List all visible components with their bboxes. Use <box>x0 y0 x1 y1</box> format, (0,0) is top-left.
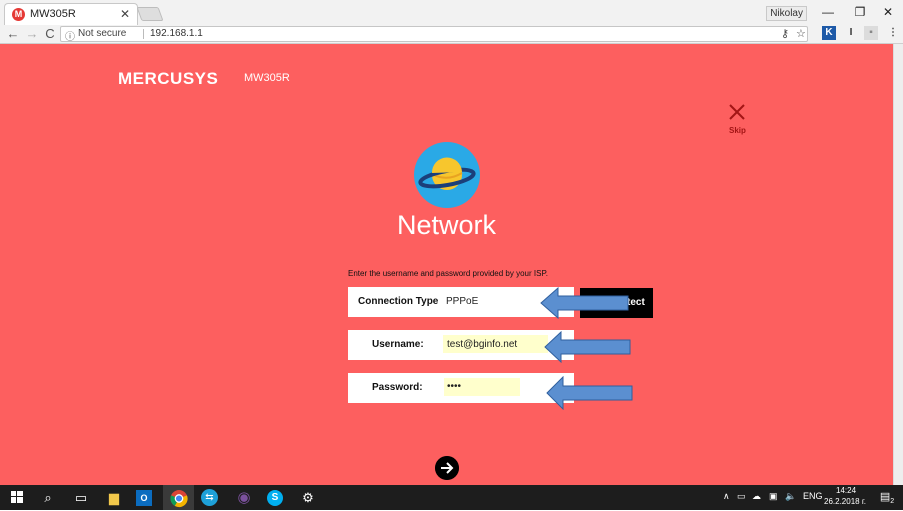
annotation-arrow-2 <box>544 331 631 363</box>
password-row: Password: •••• <box>348 373 574 403</box>
connection-type-label: Connection Type <box>358 296 439 307</box>
notification-count: 2 <box>890 498 895 506</box>
username-row: Username: test@bginfo.net <box>348 330 574 360</box>
tray-battery-icon[interactable]: ▭ <box>737 491 746 502</box>
clock-date[interactable]: 26.2.2018 г. <box>824 497 866 506</box>
forward-icon[interactable]: → <box>25 26 39 41</box>
i-extension-icon[interactable]: I <box>844 26 858 40</box>
chrome-icon[interactable] <box>169 489 189 508</box>
extension-icon[interactable]: ▪ <box>864 26 878 40</box>
close-window-icon[interactable]: ✕ <box>879 5 897 19</box>
planet-icon <box>414 142 480 208</box>
tray-volume-icon[interactable]: 🔈 <box>785 491 796 502</box>
k-extension-icon[interactable]: K <box>822 26 836 40</box>
browser-tab[interactable]: M MW305R ✕ <box>4 3 138 25</box>
username-input[interactable]: test@bginfo.net <box>447 339 517 350</box>
vertical-scrollbar[interactable] <box>893 44 903 485</box>
windows-start-icon[interactable] <box>7 488 27 507</box>
restore-icon[interactable]: ❐ <box>851 5 869 19</box>
teamviewer-icon[interactable]: ⇆ <box>201 489 218 506</box>
clock-time[interactable]: 14:24 <box>836 486 856 495</box>
skip-button[interactable]: Skip <box>729 126 746 135</box>
notifications-icon[interactable]: ▤2 <box>877 488 897 507</box>
settings-gear-icon[interactable]: ⚙ <box>298 488 318 507</box>
tab-title: MW305R <box>30 8 76 20</box>
windows-taskbar: ⌕ ▭ ▆ O ⇆ ◉ S ⚙ ∧ ▭ ☁ ▣ 🔈 ENG 14:24 26.2… <box>0 485 903 510</box>
password-label: Password: <box>372 382 423 393</box>
router-setup-page: MERCUSYS MW305R Skip Network Enter the u… <box>0 44 893 485</box>
menu-icon[interactable]: ⋮ <box>886 26 900 40</box>
annotation-arrow-1 <box>540 287 629 319</box>
close-tab-icon[interactable]: ✕ <box>120 7 130 21</box>
star-icon[interactable]: ☆ <box>796 27 806 40</box>
key-icon[interactable]: ⚷ <box>781 27 789 40</box>
search-icon[interactable]: ⌕ <box>38 488 58 507</box>
page-title: Network <box>396 210 497 240</box>
url-text[interactable]: 192.168.1.1 <box>150 28 203 39</box>
skype-icon[interactable]: S <box>267 490 283 506</box>
file-explorer-icon[interactable]: ▆ <box>104 488 124 507</box>
address-bar[interactable]: ⓘ Not secure 192.168.1.1 ⚷ ☆ <box>60 26 808 43</box>
tray-cloud-icon[interactable]: ☁ <box>752 491 761 502</box>
viber-icon[interactable]: ◉ <box>234 488 254 507</box>
back-icon[interactable]: ← <box>6 26 20 41</box>
instruction-text: Enter the username and password provided… <box>348 269 548 278</box>
annotation-arrow-3 <box>546 376 633 410</box>
toolbar: ← → C ⓘ Not secure 192.168.1.1 ⚷ ☆ K I ▪… <box>0 25 903 44</box>
connection-type-select[interactable]: PPPoE <box>446 296 478 307</box>
next-arrow-button[interactable] <box>435 456 459 480</box>
username-label: Username: <box>372 339 424 350</box>
profile-button[interactable]: Nikolay <box>766 6 807 21</box>
new-tab-button[interactable] <box>136 7 164 21</box>
tray-chevron-icon[interactable]: ∧ <box>723 491 730 502</box>
language-indicator[interactable]: ENG <box>803 491 823 501</box>
divider <box>143 29 144 39</box>
reload-icon[interactable]: C <box>43 26 57 41</box>
tray-network-icon[interactable]: ▣ <box>769 491 778 502</box>
security-label: Not secure <box>78 28 127 39</box>
minimize-icon[interactable]: — <box>819 5 837 19</box>
password-input[interactable]: •••• <box>447 381 461 392</box>
model-name: MW305R <box>244 72 290 84</box>
browser-chrome: M MW305R ✕ Nikolay — ❐ ✕ ← → C ⓘ Not sec… <box>0 0 903 44</box>
mercusys-favicon-icon: M <box>12 8 25 21</box>
info-icon[interactable]: ⓘ <box>65 28 75 43</box>
skip-close-icon[interactable] <box>727 102 747 122</box>
outlook-icon[interactable]: O <box>136 490 152 506</box>
mercusys-logo: MERCUSYS <box>118 69 219 88</box>
task-view-icon[interactable]: ▭ <box>71 488 91 507</box>
